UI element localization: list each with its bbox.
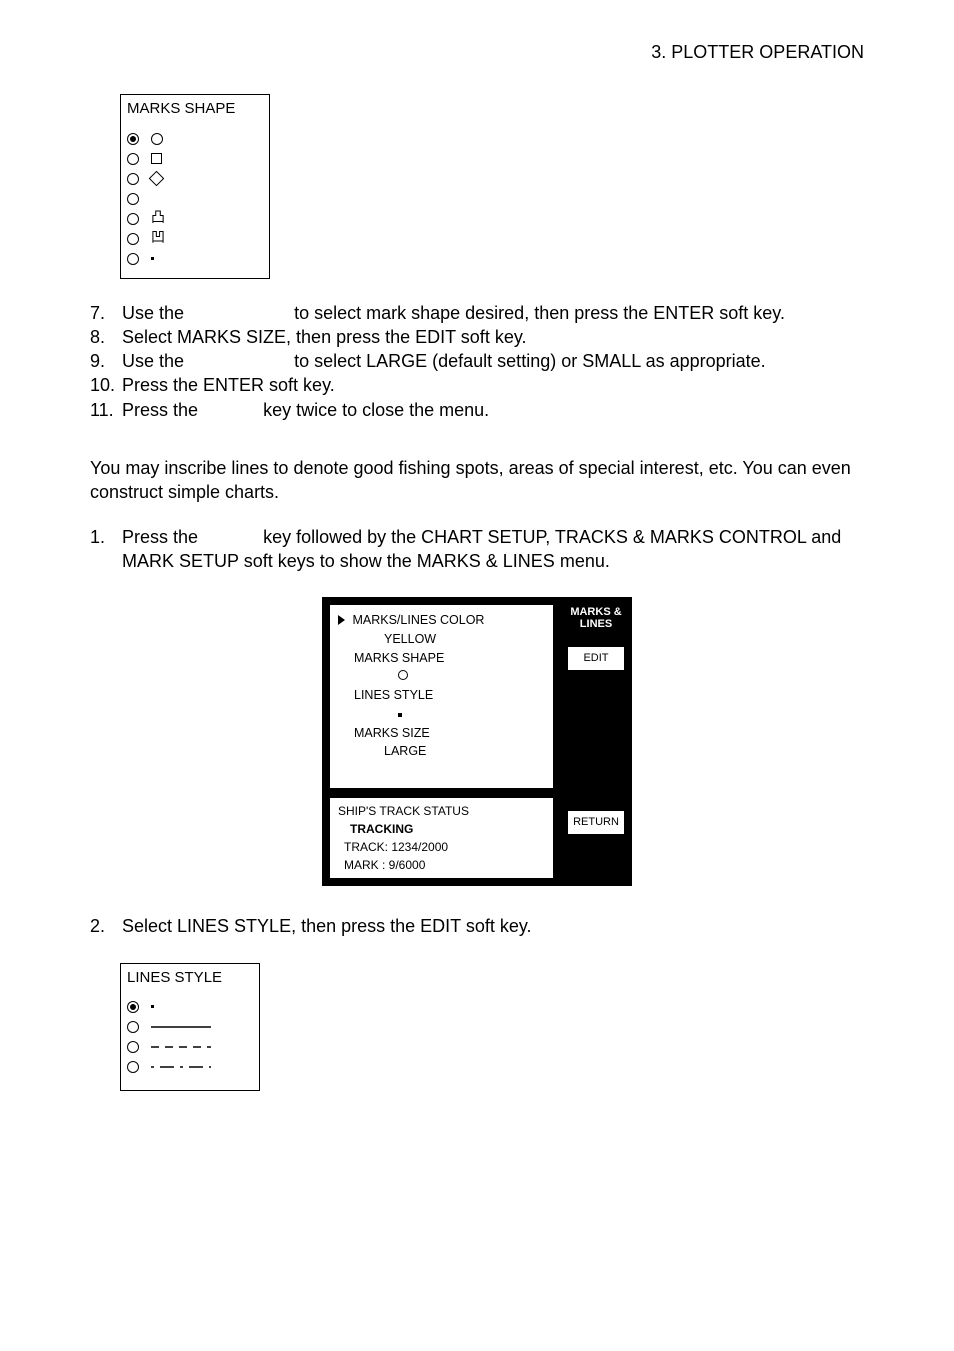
mark-shape-option [127,190,263,208]
edit-softkey: EDIT [567,646,625,673]
dot-icon [151,1005,154,1008]
radio-icon [127,1041,139,1053]
radio-icon [127,173,139,185]
step-text: Use the to select LARGE (default setting… [122,349,864,373]
steps-list-c: 2. Select LINES STYLE, then press the ED… [90,914,864,938]
mark-shape-option: 凹 [127,230,263,248]
list-item: 11. Press the key twice to close the men… [90,398,864,422]
dot-icon [151,257,154,260]
list-item: 1. Press the key followed by the CHART S… [90,525,864,574]
radio-icon [127,1021,139,1033]
step-number: 8. [90,325,112,349]
radio-icon [127,253,139,265]
diamond-icon [149,171,165,187]
text-fragment: Press the [122,527,198,547]
menu-row: MARKS/LINES COLOR [338,611,545,630]
step-text: Use the to select mark shape desired, th… [122,301,864,325]
radio-icon [127,1061,139,1073]
steps-list: 7. Use the to select mark shape desired,… [90,301,864,422]
list-item: 2. Select LINES STYLE, then press the ED… [90,914,864,938]
mark-shape-option [127,170,263,188]
mark-shape-option: 凸 [127,210,263,228]
radio-selected-icon [127,133,139,145]
menu-settings-box: MARKS/LINES COLOR YELLOW MARKS SHAPE LIN… [329,604,554,789]
text-fragment: Use the [122,351,184,371]
track-status-box: SHIP'S TRACK STATUS TRACKING TRACK: 1234… [329,797,554,879]
page-header: 3. PLOTTER OPERATION [90,40,864,64]
status-line: TRACK: 1234/2000 [338,838,545,856]
text-fragment: to select LARGE (default setting) or SMA… [294,351,766,371]
menu-value-icon [338,667,545,686]
text-fragment: Press the [122,400,198,420]
menu-value: LARGE [338,742,545,761]
text-fragment: key twice to close the menu. [263,400,489,420]
lines-style-panel: LINES STYLE [120,963,260,1091]
list-item: 9. Use the to select LARGE (default sett… [90,349,864,373]
menu-tab-label: MARKS & LINES [567,604,625,632]
status-line: TRACKING [338,820,545,838]
radio-selected-icon [127,1001,139,1013]
solid-line-icon [151,1022,221,1032]
status-line: SHIP'S TRACK STATUS [338,802,545,820]
dash-dot-line-icon [151,1062,221,1072]
intro-paragraph: You may inscribe lines to denote good fi… [90,456,864,505]
status-line: MARK : 9/6000 [338,856,545,874]
circle-icon [398,670,408,680]
tab-up-icon: 凸 [151,210,165,224]
marks-shape-title: MARKS SHAPE [127,99,263,119]
tab-down-icon: 凹 [151,230,165,244]
step-number: 7. [90,301,112,325]
mark-shape-option [127,150,263,168]
step-text: Select MARKS SIZE, then press the EDIT s… [122,325,864,349]
marks-lines-menu-figure: MARKS & LINES EDIT RETURN MARKS/LINES CO… [322,597,632,886]
menu-value-icon [338,705,545,724]
radio-icon [127,233,139,245]
line-style-option [127,1018,253,1036]
list-item: 8. Select MARKS SIZE, then press the EDI… [90,325,864,349]
menu-label: MARKS/LINES COLOR [352,613,484,627]
triangle-right-icon [338,615,345,625]
circle-icon [151,133,163,145]
text-fragment: Use the [122,303,184,323]
tab-text: MARKS & LINES [570,606,621,630]
text-fragment: key followed by the CHART SETUP, TRACKS … [122,527,841,571]
square-icon [151,153,162,164]
line-style-option [127,998,253,1016]
menu-row: MARKS SHAPE [338,649,545,668]
marks-shape-panel: MARKS SHAPE 凸 凹 [120,94,270,278]
line-style-option [127,1058,253,1076]
menu-row: MARKS SIZE [338,724,545,743]
return-softkey: RETURN [567,810,625,837]
mark-shape-option [127,250,263,268]
text-fragment: to select mark shape desired, then press… [294,303,785,323]
steps-list-b: 1. Press the key followed by the CHART S… [90,525,864,574]
step-text: Press the key twice to close the menu. [122,398,864,422]
radio-icon [127,193,139,205]
step-number: 9. [90,349,112,373]
dashed-line-icon [151,1042,221,1052]
radio-icon [127,213,139,225]
radio-icon [127,153,139,165]
step-text: Press the key followed by the CHART SETU… [122,525,864,574]
step-number: 10. [90,373,112,397]
menu-row: LINES STYLE [338,686,545,705]
step-text: Press the ENTER soft key. [122,373,864,397]
step-number: 1. [90,525,112,574]
menu-value: YELLOW [338,630,545,649]
list-item: 10. Press the ENTER soft key. [90,373,864,397]
step-number: 11. [90,398,112,422]
step-number: 2. [90,914,112,938]
dot-icon [398,713,402,717]
step-text: Select LINES STYLE, then press the EDIT … [122,914,864,938]
list-item: 7. Use the to select mark shape desired,… [90,301,864,325]
mark-shape-option [127,130,263,148]
line-style-option [127,1038,253,1056]
lines-style-title: LINES STYLE [127,968,253,988]
